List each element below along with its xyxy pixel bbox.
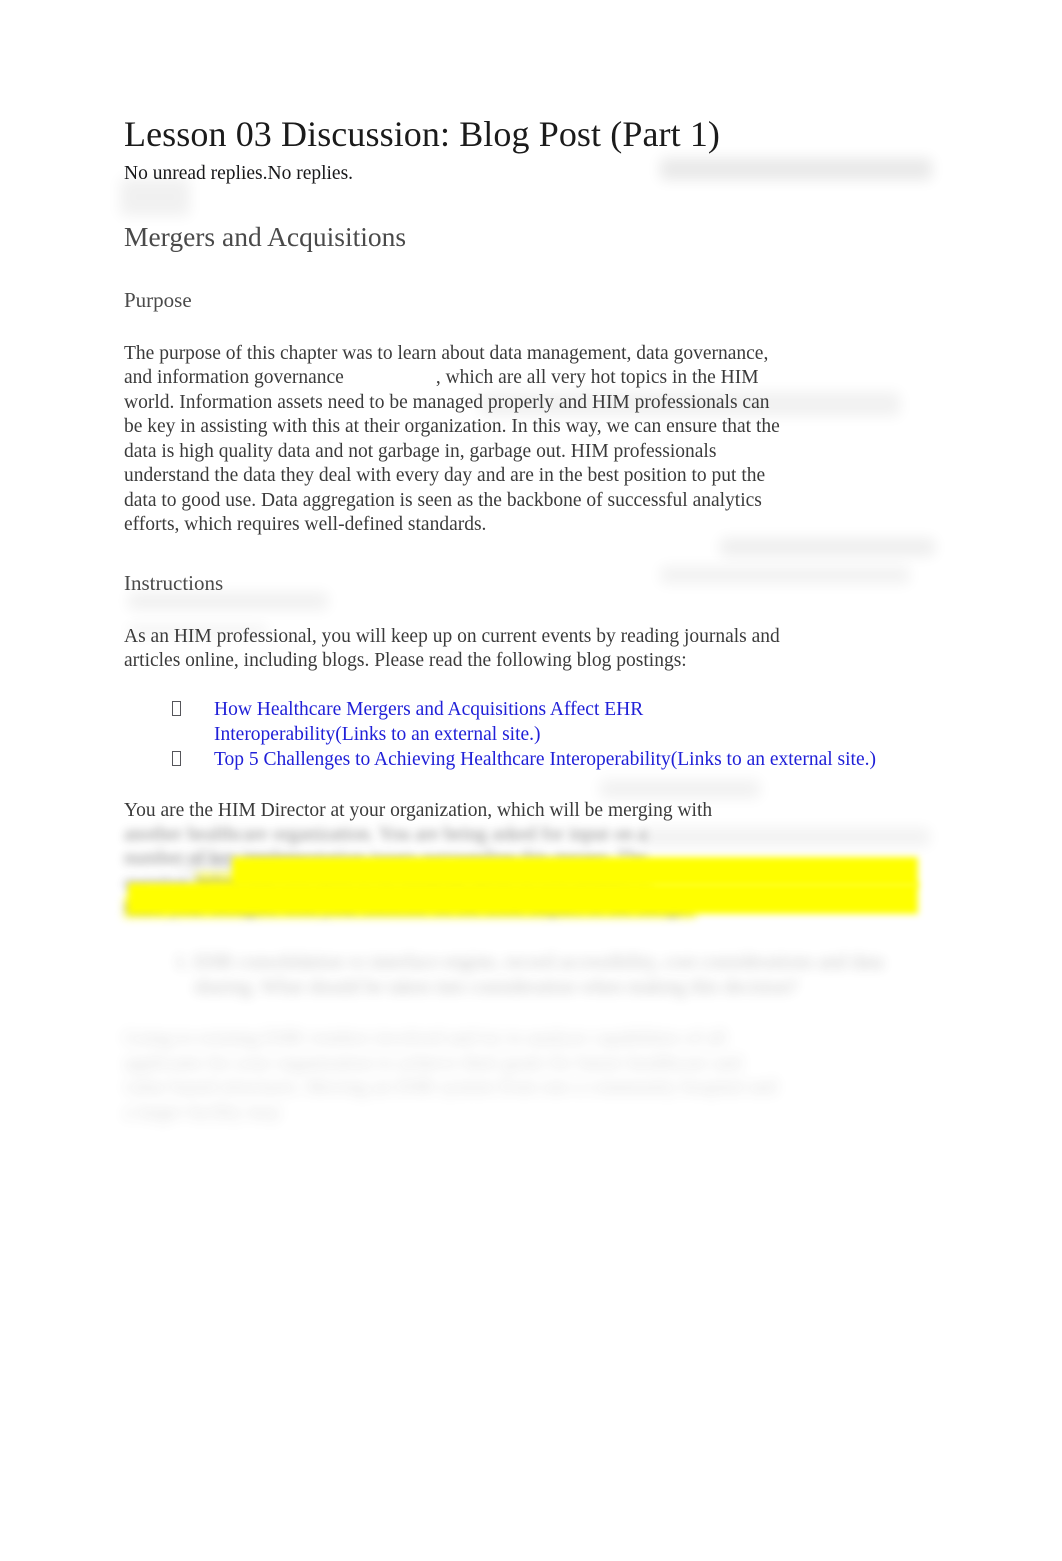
external-site-note-1: (Links to an external site.): [335, 723, 541, 745]
blog-links-list: How Healthcare Mergers and Acquisitions …: [124, 698, 924, 773]
list-item: EHR consolidation vs interface engine, r…: [194, 951, 924, 1001]
purpose-text-after-gap: , which are all very hot topics in the H…: [124, 367, 780, 535]
ghost-smudge-body-2: [720, 538, 935, 556]
list-item: How Healthcare Mergers and Acquisitions …: [172, 698, 924, 748]
highlight-band-lower: [128, 882, 918, 914]
heading-purpose: Purpose: [124, 288, 192, 313]
bullet-tofu-icon: [172, 700, 181, 716]
instructions-intro: As an HIM professional, you will keep up…: [124, 625, 780, 672]
heading-instructions: Instructions: [124, 571, 224, 596]
document-body: Lesson 03 Discussion: Blog Post (Part 1)…: [124, 112, 924, 1125]
external-site-note-2: (Links to an external site.): [670, 748, 876, 770]
page-title: Lesson 03 Discussion: Blog Post (Part 1): [124, 114, 721, 154]
blog-link-2[interactable]: Top 5 Challenges to Achieving Healthcare…: [214, 749, 671, 770]
section-heading-mergers: Mergers and Acquisitions: [124, 220, 407, 252]
list-item: Top 5 Challenges to Achieving Healthcare…: [172, 748, 924, 773]
obscured-numbered-list: EHR consolidation vs interface engine, r…: [124, 951, 924, 1001]
obscured-trailing-paragraph: Going to existing EHR vendors involved a…: [124, 1028, 777, 1123]
scenario-obscured-line-1: another healthcare organization. You are…: [124, 824, 647, 845]
purpose-paragraph: The purpose of this chapter was to learn…: [124, 342, 784, 538]
bullet-tofu-icon: [172, 750, 181, 766]
scenario-block: You are the HIM Director at your organiz…: [124, 799, 924, 921]
document-page: Lesson 03 Discussion: Blog Post (Part 1)…: [0, 0, 1062, 1561]
highlight-band-upper: [232, 856, 918, 887]
ghost-smudge-link-1: [600, 780, 760, 798]
scenario-visible-line: You are the HIM Director at your organiz…: [124, 799, 713, 821]
replies-status: No unread replies.No replies.: [124, 163, 354, 185]
